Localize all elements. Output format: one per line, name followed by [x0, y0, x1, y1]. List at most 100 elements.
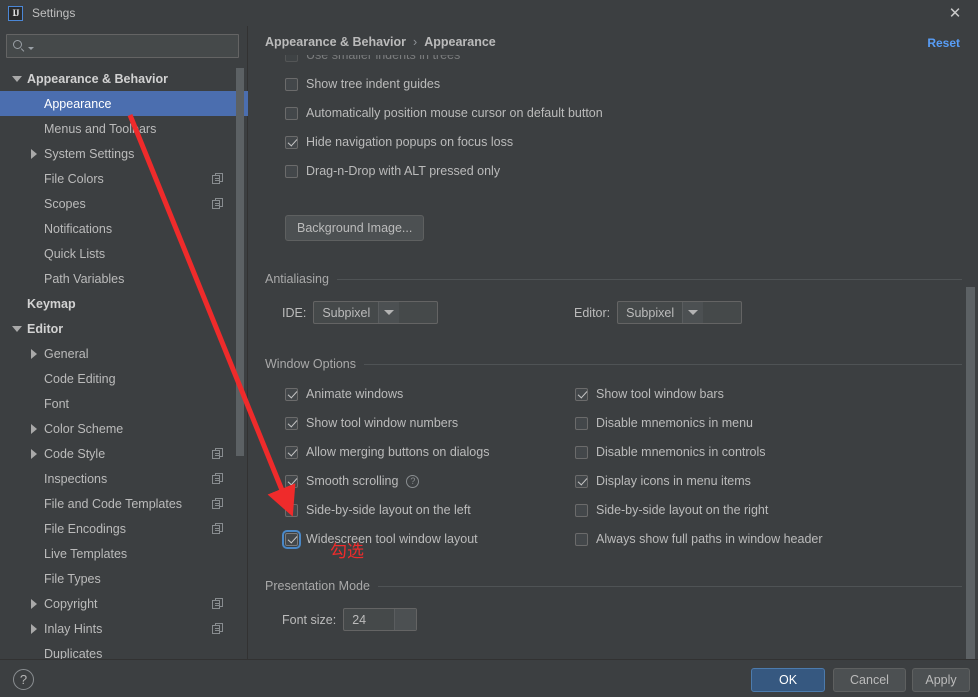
sidebar-item-quick-lists[interactable]: Quick Lists — [0, 241, 248, 266]
sidebar-item-general[interactable]: General — [0, 341, 248, 366]
automatically-position-mouse-cursor-on-default-button-row[interactable]: Automatically position mouse cursor on d… — [285, 106, 603, 120]
content-scrollbar[interactable] — [966, 55, 975, 659]
sidebar-item-file-types[interactable]: File Types — [0, 566, 248, 591]
sidebar-item-inlay-hints[interactable]: Inlay Hints — [0, 616, 248, 641]
sidebar-item-appearance[interactable]: Appearance — [0, 91, 248, 116]
duplicate-settings-icon[interactable] — [212, 447, 224, 460]
allow-merging-buttons-on-dialogs-checkbox[interactable] — [285, 445, 298, 459]
side-by-side-layout-on-the-left-checkbox[interactable] — [285, 503, 298, 517]
hide-navigation-popups-on-focus-loss-row[interactable]: Hide navigation popups on focus loss — [285, 135, 513, 149]
apply-button[interactable]: Apply — [912, 668, 970, 692]
disable-mnemonics-in-menu-checkbox[interactable] — [575, 416, 588, 430]
disable-mnemonics-in-controls-checkbox[interactable] — [575, 445, 588, 459]
font-size-value[interactable]: 24 — [344, 609, 394, 630]
content-scrollbar-thumb[interactable] — [966, 287, 975, 659]
sidebar-item-duplicates[interactable]: Duplicates — [0, 641, 248, 660]
ok-button[interactable]: OK — [751, 668, 825, 692]
show-tree-indent-guides-checkbox[interactable] — [285, 77, 298, 91]
duplicate-settings-icon[interactable] — [212, 197, 224, 210]
sidebar-item-system-settings[interactable]: System Settings — [0, 141, 248, 166]
chevron-right-icon[interactable] — [27, 148, 41, 159]
close-icon[interactable]: ✕ — [946, 4, 964, 22]
duplicate-settings-icon[interactable] — [212, 472, 224, 485]
sidebar-item-path-variables[interactable]: Path Variables — [0, 266, 248, 291]
search-field[interactable] — [6, 34, 239, 58]
use-smaller-indents-in-trees-checkbox[interactable] — [285, 55, 298, 62]
display-icons-in-menu-items-row[interactable]: Display icons in menu items — [575, 474, 751, 488]
duplicate-settings-icon[interactable] — [212, 497, 224, 510]
sidebar-item-notifications[interactable]: Notifications — [0, 216, 248, 241]
smooth-scrolling-row[interactable]: Smooth scrolling? — [285, 474, 420, 488]
show-tool-window-bars-row[interactable]: Show tool window bars — [575, 387, 724, 401]
side-by-side-layout-on-the-left-row[interactable]: Side-by-side layout on the left — [285, 503, 471, 517]
duplicate-settings-icon[interactable] — [212, 172, 224, 185]
show-tool-window-bars-checkbox[interactable] — [575, 387, 588, 401]
animate-windows-checkbox[interactable] — [285, 387, 298, 401]
cancel-button[interactable]: Cancel — [833, 668, 906, 692]
widescreen-tool-window-layout-row[interactable]: Widescreen tool window layout — [282, 529, 478, 549]
chevron-right-icon[interactable] — [27, 348, 41, 359]
sidebar-item-label: File Encodings — [44, 521, 126, 536]
background-image-button[interactable]: Background Image... — [285, 215, 425, 241]
font-size-stepper[interactable]: 24 — [343, 608, 418, 631]
sidebar-item-font[interactable]: Font — [0, 391, 248, 416]
sidebar-item-file-colors[interactable]: File Colors — [0, 166, 248, 191]
display-icons-in-menu-items-checkbox[interactable] — [575, 474, 588, 488]
sidebar-item-keymap[interactable]: Keymap — [0, 291, 248, 316]
sidebar-scrollbar[interactable] — [236, 68, 244, 659]
duplicate-settings-icon[interactable] — [212, 597, 224, 610]
help-icon[interactable]: ? — [13, 669, 34, 690]
show-tree-indent-guides-row[interactable]: Show tree indent guides — [285, 77, 440, 91]
sidebar-scrollbar-thumb[interactable] — [236, 68, 244, 456]
sidebar-item-file-and-code-templates[interactable]: File and Code Templates — [0, 491, 248, 516]
chevron-down-icon[interactable] — [10, 325, 24, 332]
smooth-scrolling-checkbox[interactable] — [285, 474, 298, 488]
sidebar-item-inspections[interactable]: Inspections — [0, 466, 248, 491]
sidebar-item-editor[interactable]: Editor — [0, 316, 248, 341]
sidebar-item-code-style[interactable]: Code Style — [0, 441, 248, 466]
settings-tree[interactable]: Appearance & Behavior Appearance Menus and… — [0, 66, 248, 659]
side-by-side-layout-on-the-right-checkbox[interactable] — [575, 503, 588, 517]
automatically-position-mouse-cursor-on-default-button-checkbox[interactable] — [285, 106, 298, 120]
chevron-down-icon[interactable] — [378, 302, 400, 323]
sidebar-item-scopes[interactable]: Scopes — [0, 191, 248, 216]
side-by-side-layout-on-the-right-row[interactable]: Side-by-side layout on the right — [575, 503, 768, 517]
always-show-full-paths-in-window-header-checkbox[interactable] — [575, 532, 588, 546]
ide-antialiasing-select[interactable]: Subpixel — [313, 301, 439, 324]
search-input[interactable] — [34, 39, 238, 53]
chevron-right-icon[interactable] — [27, 448, 41, 459]
editor-antialiasing-select[interactable]: Subpixel — [617, 301, 743, 324]
allow-merging-buttons-on-dialogs-row[interactable]: Allow merging buttons on dialogs — [285, 445, 489, 459]
sidebar-item-copyright[interactable]: Copyright — [0, 591, 248, 616]
sidebar-item-live-templates[interactable]: Live Templates — [0, 541, 248, 566]
chevron-right-icon[interactable] — [27, 623, 41, 634]
sidebar-item-appearance-behavior[interactable]: Appearance & Behavior — [0, 66, 248, 91]
chevron-down-icon[interactable] — [394, 609, 417, 630]
animate-windows-row[interactable]: Animate windows — [285, 387, 403, 401]
sidebar-item-menus-and-toolbars[interactable]: Menus and Toolbars — [0, 116, 248, 141]
show-tool-window-numbers-checkbox[interactable] — [285, 416, 298, 430]
chevron-down-icon[interactable] — [10, 75, 24, 82]
sidebar-item-file-encodings[interactable]: File Encodings — [0, 516, 248, 541]
annotation-label: 勾选 — [330, 542, 364, 562]
sidebar-item-label: Duplicates — [44, 646, 103, 660]
sidebar-item-code-editing[interactable]: Code Editing — [0, 366, 248, 391]
use-smaller-indents-in-trees-row[interactable]: Use smaller indents in trees — [285, 55, 460, 62]
chevron-down-icon[interactable] — [682, 302, 704, 323]
duplicate-settings-icon[interactable] — [212, 522, 224, 535]
drag-n-drop-with-alt-pressed-only-row[interactable]: Drag-n-Drop with ALT pressed only — [285, 164, 500, 178]
drag-n-drop-with-alt-pressed-only-checkbox[interactable] — [285, 164, 298, 178]
reset-link[interactable]: Reset — [927, 36, 960, 50]
always-show-full-paths-in-window-header-row[interactable]: Always show full paths in window header — [575, 532, 823, 546]
show-tool-window-numbers-row[interactable]: Show tool window numbers — [285, 416, 458, 430]
disable-mnemonics-in-menu-row[interactable]: Disable mnemonics in menu — [575, 416, 753, 430]
help-icon[interactable]: ? — [406, 474, 420, 488]
hide-navigation-popups-on-focus-loss-checkbox[interactable] — [285, 135, 298, 149]
sidebar-item-color-scheme[interactable]: Color Scheme — [0, 416, 248, 441]
disable-mnemonics-in-controls-row[interactable]: Disable mnemonics in controls — [575, 445, 766, 459]
duplicate-settings-icon[interactable] — [212, 622, 224, 635]
widescreen-tool-window-layout-checkbox[interactable] — [282, 529, 301, 549]
chevron-right-icon[interactable] — [27, 423, 41, 434]
chevron-right-icon[interactable] — [27, 598, 41, 609]
breadcrumb-parent[interactable]: Appearance & Behavior — [265, 35, 406, 49]
